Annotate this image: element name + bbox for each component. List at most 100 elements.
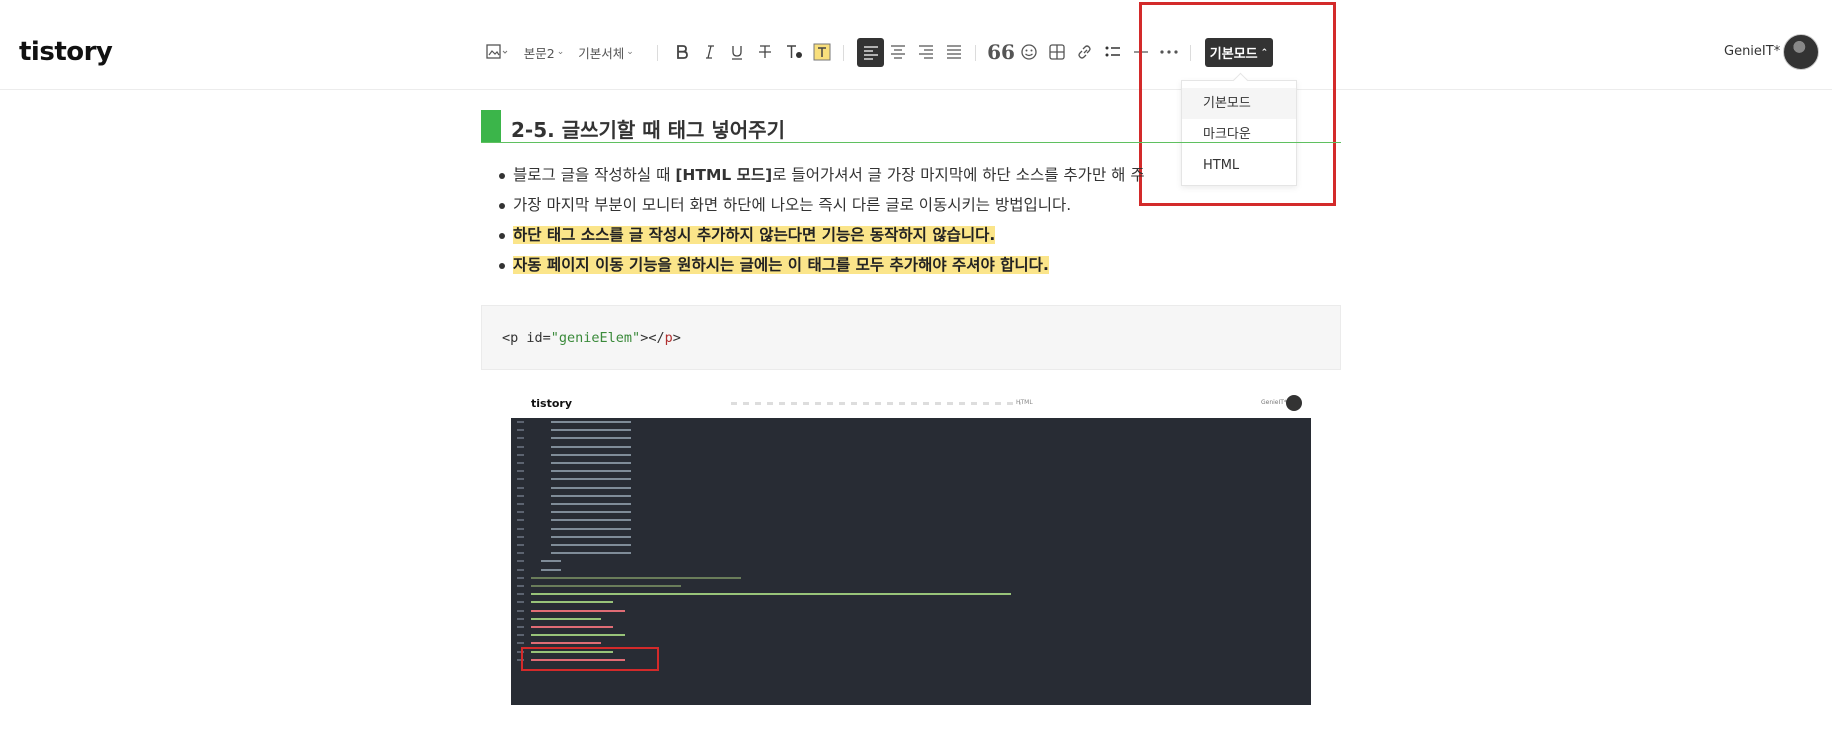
code-line xyxy=(551,519,631,522)
code-tag: p xyxy=(664,330,673,346)
code-line xyxy=(551,429,631,432)
more-options-button[interactable] xyxy=(1158,37,1180,67)
code-line-number xyxy=(517,470,524,473)
align-left-button[interactable] xyxy=(857,38,884,67)
embedded-logo: tistory xyxy=(531,397,572,410)
code-line-number xyxy=(517,560,524,563)
embedded-user-name: GenieIT* xyxy=(1261,399,1287,406)
code-line-number xyxy=(517,503,524,505)
code-line-number xyxy=(517,429,524,432)
code-line xyxy=(551,552,631,555)
code-line-number xyxy=(517,511,524,514)
underline-button[interactable] xyxy=(726,37,748,67)
more-icon xyxy=(1160,50,1178,54)
code-line-number xyxy=(517,486,524,489)
code-line-number xyxy=(517,437,524,440)
editor-topbar: tistory 본문2 ⌄ 기본서체 ⌄ 66 기본모드 ⌃ GenieIT* xyxy=(0,0,1832,90)
code-line-number xyxy=(517,421,524,423)
tistory-logo[interactable]: tistory xyxy=(19,37,113,67)
emoticon-button[interactable] xyxy=(1018,37,1040,67)
list-item-text: 가장 마지막 부분이 모니터 화면 하단에 나오는 즉시 다른 글로 이동시키는… xyxy=(513,196,1072,214)
embedded-topbar: tistory HTML GenieIT* xyxy=(511,390,1311,418)
code-line xyxy=(551,486,631,489)
link-icon xyxy=(1077,44,1093,60)
code-line-number xyxy=(517,634,524,637)
paragraph-style-dropdown[interactable]: 본문2 ⌄ xyxy=(522,37,566,67)
code-block[interactable]: <p id="genieElem"></p> xyxy=(481,305,1341,370)
italic-icon xyxy=(704,44,716,60)
align-center-button[interactable] xyxy=(887,37,909,67)
table-icon xyxy=(1049,44,1065,60)
smile-icon xyxy=(1021,44,1037,60)
code-line-number xyxy=(517,462,524,464)
highlight-icon xyxy=(813,43,831,61)
code-line-number xyxy=(517,593,524,596)
table-button[interactable] xyxy=(1046,37,1068,67)
divider-line-button[interactable] xyxy=(1130,37,1152,67)
code-line-number xyxy=(517,585,524,587)
font-family-dropdown[interactable]: 기본서체 ⌄ xyxy=(577,37,635,67)
code-line-number xyxy=(517,544,524,546)
editor-mode-button[interactable]: 기본모드 ⌃ xyxy=(1205,38,1273,67)
code-string: "genieElem" xyxy=(550,330,641,346)
code-line xyxy=(531,576,741,579)
background-color-button[interactable] xyxy=(811,37,833,67)
editor-mode-label: 기본모드 xyxy=(1209,47,1258,62)
code-line xyxy=(541,568,561,571)
list-item: 하단 태그 소스를 글 작성시 추가하지 않는다면 기능은 동작하지 않습니다. xyxy=(499,224,1293,254)
code-line-number xyxy=(517,494,524,497)
text-color-button[interactable] xyxy=(782,37,806,67)
code-line xyxy=(551,470,631,473)
link-button[interactable] xyxy=(1074,37,1096,67)
embedded-screenshot-image[interactable]: tistory HTML GenieIT* xyxy=(511,390,1311,705)
toolbar-divider xyxy=(975,45,976,61)
paragraph-style-label: 본문2 xyxy=(523,45,555,61)
code-line xyxy=(551,511,631,514)
bold-icon xyxy=(675,44,689,60)
code-line xyxy=(531,593,1011,596)
strikethrough-button[interactable] xyxy=(754,37,776,67)
chevron-down-icon: ⌄ xyxy=(556,47,565,57)
list-item-text: 블로그 글을 작성하실 때 xyxy=(513,166,676,184)
align-center-icon xyxy=(890,45,906,59)
image-icon xyxy=(486,44,508,60)
code-line xyxy=(531,634,625,637)
heading-text: 2-5. 글쓰기할 때 태그 넣어주기 xyxy=(511,118,785,142)
bold-button[interactable] xyxy=(671,37,693,67)
code-line-number xyxy=(517,535,524,538)
align-left-icon xyxy=(863,45,879,60)
italic-button[interactable] xyxy=(699,37,721,67)
list-item-bold-text: [HTML 모드] xyxy=(675,166,773,184)
code-line xyxy=(551,494,631,497)
toolbar-divider xyxy=(1190,45,1191,61)
align-right-button[interactable] xyxy=(915,37,937,67)
quote-icon: 66 xyxy=(987,40,1015,64)
bullet-list[interactable]: 블로그 글을 작성하실 때 [HTML 모드]로 들어가셔서 글 가장 마지막에… xyxy=(499,164,1293,284)
list-item: 자동 페이지 이동 기능을 원하시는 글에는 이 태그를 모두 추가해야 주셔야… xyxy=(499,254,1293,284)
code-line-number xyxy=(517,453,524,456)
strikethrough-icon xyxy=(758,44,772,60)
section-heading[interactable]: 2-5. 글쓰기할 때 태그 넣어주기 xyxy=(481,110,1341,143)
code-line xyxy=(541,560,561,563)
code-line xyxy=(531,609,625,612)
user-name[interactable]: GenieIT* xyxy=(1724,44,1780,59)
embedded-mode-label: HTML xyxy=(1016,399,1033,406)
list-item: 블로그 글을 작성하실 때 [HTML 모드]로 들어가셔서 글 가장 마지막에… xyxy=(499,164,1293,194)
avatar[interactable] xyxy=(1783,34,1819,70)
bullet-list-icon xyxy=(1105,45,1121,59)
align-justify-button[interactable] xyxy=(943,37,965,67)
code-line-number xyxy=(517,445,524,448)
code-line-number xyxy=(517,527,524,530)
code-line xyxy=(551,453,631,456)
code-line-number xyxy=(517,568,524,571)
toolbar-divider xyxy=(657,45,658,61)
code-line xyxy=(531,642,601,645)
code-line-number xyxy=(517,552,524,555)
list-button[interactable] xyxy=(1102,37,1124,67)
code-line-number xyxy=(517,576,524,579)
heading-accent-bar xyxy=(481,110,501,142)
quote-button[interactable]: 66 xyxy=(987,37,1015,67)
horizontal-line-icon xyxy=(1133,47,1149,57)
list-item-text: 로 들어가셔서 글 가장 마지막에 하단 소스를 추가만 해 주 xyxy=(772,166,1145,184)
image-insert-button[interactable] xyxy=(484,37,510,67)
